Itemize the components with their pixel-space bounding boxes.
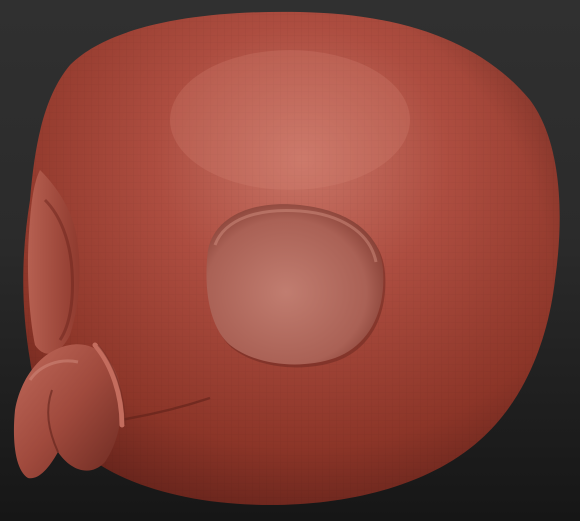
viewport <box>0 0 580 521</box>
eye-socket <box>206 204 386 368</box>
sculpt-render <box>13 11 560 505</box>
